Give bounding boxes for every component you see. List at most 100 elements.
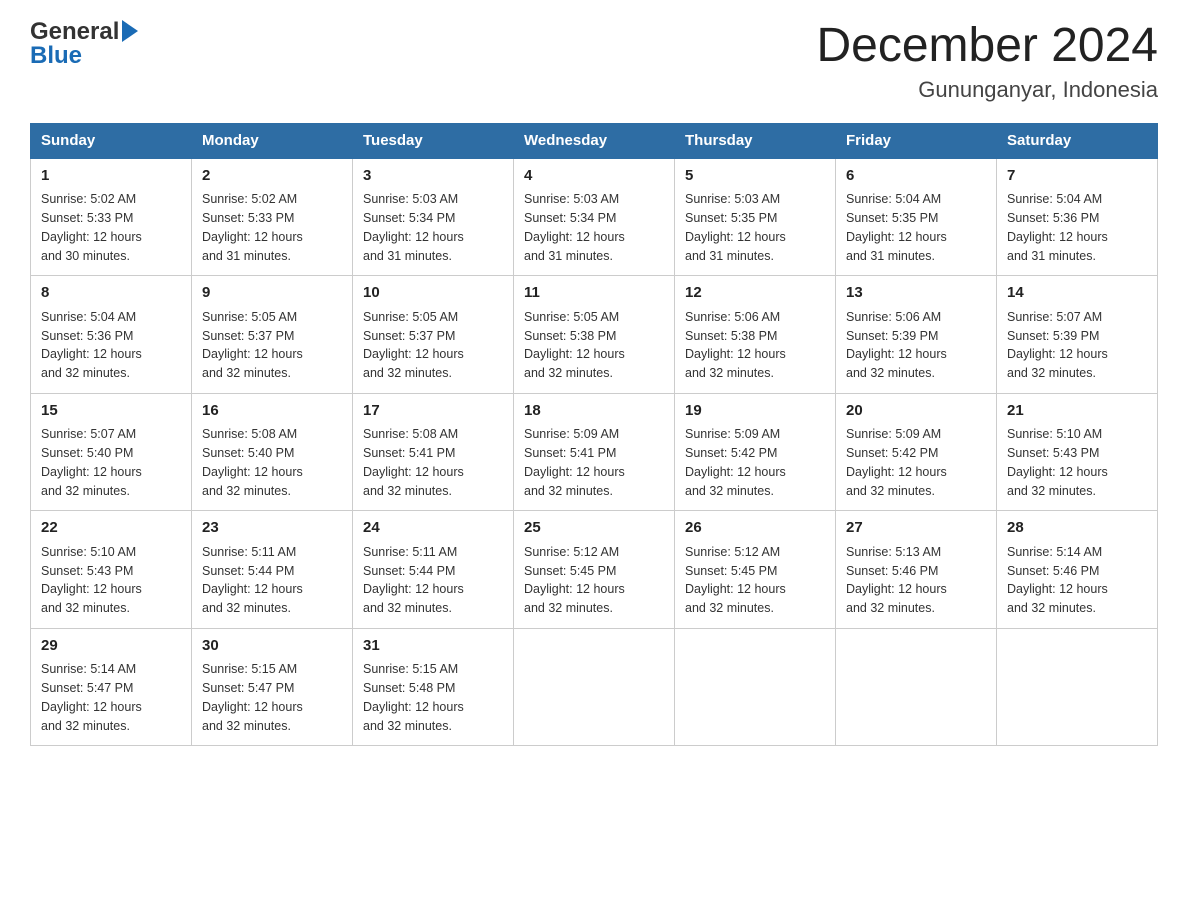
sunrise-label: Sunrise: 5:10 AM [41, 545, 136, 559]
day-number: 22 [41, 517, 181, 540]
calendar-cell: 4 Sunrise: 5:03 AM Sunset: 5:34 PM Dayli… [514, 158, 675, 276]
sunset-label: Sunset: 5:42 PM [685, 446, 777, 460]
calendar-cell: 18 Sunrise: 5:09 AM Sunset: 5:41 PM Dayl… [514, 393, 675, 511]
daylight-cont: and 32 minutes. [524, 484, 613, 498]
daylight-cont: and 32 minutes. [202, 719, 291, 733]
calendar-cell: 21 Sunrise: 5:10 AM Sunset: 5:43 PM Dayl… [997, 393, 1158, 511]
sunset-label: Sunset: 5:44 PM [363, 564, 455, 578]
header-cell-sunday: Sunday [31, 123, 192, 158]
day-number: 8 [41, 282, 181, 305]
sunset-label: Sunset: 5:41 PM [524, 446, 616, 460]
calendar-body: 1 Sunrise: 5:02 AM Sunset: 5:33 PM Dayli… [31, 158, 1158, 746]
sunset-label: Sunset: 5:35 PM [685, 211, 777, 225]
daylight-cont: and 32 minutes. [363, 484, 452, 498]
daylight-label: Daylight: 12 hours [846, 347, 947, 361]
calendar-cell: 15 Sunrise: 5:07 AM Sunset: 5:40 PM Dayl… [31, 393, 192, 511]
logo: General Blue [30, 20, 138, 68]
calendar-cell: 3 Sunrise: 5:03 AM Sunset: 5:34 PM Dayli… [353, 158, 514, 276]
sunset-label: Sunset: 5:38 PM [524, 329, 616, 343]
calendar-cell: 1 Sunrise: 5:02 AM Sunset: 5:33 PM Dayli… [31, 158, 192, 276]
sunrise-label: Sunrise: 5:04 AM [1007, 192, 1102, 206]
sunrise-label: Sunrise: 5:09 AM [685, 427, 780, 441]
logo-general-text: General [30, 20, 119, 44]
day-number: 12 [685, 282, 825, 305]
daylight-label: Daylight: 12 hours [1007, 582, 1108, 596]
day-number: 9 [202, 282, 342, 305]
sunset-label: Sunset: 5:36 PM [1007, 211, 1099, 225]
calendar-cell [675, 628, 836, 746]
day-number: 3 [363, 165, 503, 188]
sunset-label: Sunset: 5:43 PM [41, 564, 133, 578]
sunrise-label: Sunrise: 5:02 AM [202, 192, 297, 206]
logo-blue-text: Blue [30, 44, 82, 68]
location-subtitle: Gununganyar, Indonesia [816, 77, 1158, 103]
sunset-label: Sunset: 5:37 PM [202, 329, 294, 343]
calendar-cell: 30 Sunrise: 5:15 AM Sunset: 5:47 PM Dayl… [192, 628, 353, 746]
daylight-label: Daylight: 12 hours [41, 347, 142, 361]
daylight-label: Daylight: 12 hours [846, 582, 947, 596]
daylight-cont: and 31 minutes. [1007, 249, 1096, 263]
daylight-label: Daylight: 12 hours [524, 230, 625, 244]
sunrise-label: Sunrise: 5:12 AM [685, 545, 780, 559]
daylight-cont: and 32 minutes. [846, 601, 935, 615]
sunrise-label: Sunrise: 5:03 AM [685, 192, 780, 206]
sunset-label: Sunset: 5:41 PM [363, 446, 455, 460]
sunrise-label: Sunrise: 5:15 AM [363, 662, 458, 676]
calendar-table: SundayMondayTuesdayWednesdayThursdayFrid… [30, 123, 1158, 747]
calendar-cell: 17 Sunrise: 5:08 AM Sunset: 5:41 PM Dayl… [353, 393, 514, 511]
daylight-cont: and 32 minutes. [685, 484, 774, 498]
sunrise-label: Sunrise: 5:12 AM [524, 545, 619, 559]
sunrise-label: Sunrise: 5:11 AM [363, 545, 457, 559]
sunrise-label: Sunrise: 5:10 AM [1007, 427, 1102, 441]
calendar-cell: 31 Sunrise: 5:15 AM Sunset: 5:48 PM Dayl… [353, 628, 514, 746]
sunset-label: Sunset: 5:40 PM [202, 446, 294, 460]
daylight-cont: and 30 minutes. [41, 249, 130, 263]
sunrise-label: Sunrise: 5:08 AM [202, 427, 297, 441]
daylight-cont: and 32 minutes. [524, 366, 613, 380]
calendar-week-row: 1 Sunrise: 5:02 AM Sunset: 5:33 PM Dayli… [31, 158, 1158, 276]
header-cell-tuesday: Tuesday [353, 123, 514, 158]
daylight-label: Daylight: 12 hours [363, 582, 464, 596]
calendar-cell: 24 Sunrise: 5:11 AM Sunset: 5:44 PM Dayl… [353, 511, 514, 629]
daylight-label: Daylight: 12 hours [1007, 465, 1108, 479]
sunset-label: Sunset: 5:39 PM [846, 329, 938, 343]
sunrise-label: Sunrise: 5:14 AM [1007, 545, 1102, 559]
sunrise-label: Sunrise: 5:02 AM [41, 192, 136, 206]
calendar-cell: 26 Sunrise: 5:12 AM Sunset: 5:45 PM Dayl… [675, 511, 836, 629]
month-title: December 2024 [816, 20, 1158, 73]
daylight-cont: and 32 minutes. [1007, 484, 1096, 498]
calendar-cell: 2 Sunrise: 5:02 AM Sunset: 5:33 PM Dayli… [192, 158, 353, 276]
daylight-label: Daylight: 12 hours [524, 465, 625, 479]
sunrise-label: Sunrise: 5:11 AM [202, 545, 296, 559]
sunset-label: Sunset: 5:36 PM [41, 329, 133, 343]
header-cell-monday: Monday [192, 123, 353, 158]
calendar-cell: 19 Sunrise: 5:09 AM Sunset: 5:42 PM Dayl… [675, 393, 836, 511]
sunrise-label: Sunrise: 5:04 AM [41, 310, 136, 324]
sunset-label: Sunset: 5:46 PM [846, 564, 938, 578]
daylight-label: Daylight: 12 hours [41, 465, 142, 479]
daylight-label: Daylight: 12 hours [363, 465, 464, 479]
daylight-cont: and 32 minutes. [846, 366, 935, 380]
sunrise-label: Sunrise: 5:03 AM [524, 192, 619, 206]
daylight-label: Daylight: 12 hours [202, 230, 303, 244]
daylight-cont: and 32 minutes. [363, 719, 452, 733]
daylight-cont: and 32 minutes. [363, 366, 452, 380]
sunset-label: Sunset: 5:33 PM [202, 211, 294, 225]
sunset-label: Sunset: 5:47 PM [202, 681, 294, 695]
daylight-cont: and 32 minutes. [846, 484, 935, 498]
day-number: 20 [846, 400, 986, 423]
daylight-label: Daylight: 12 hours [363, 700, 464, 714]
header-cell-wednesday: Wednesday [514, 123, 675, 158]
sunset-label: Sunset: 5:35 PM [846, 211, 938, 225]
daylight-cont: and 31 minutes. [685, 249, 774, 263]
calendar-cell: 6 Sunrise: 5:04 AM Sunset: 5:35 PM Dayli… [836, 158, 997, 276]
calendar-week-row: 15 Sunrise: 5:07 AM Sunset: 5:40 PM Dayl… [31, 393, 1158, 511]
day-number: 13 [846, 282, 986, 305]
page-header: General Blue December 2024 Gununganyar, … [30, 20, 1158, 103]
sunrise-label: Sunrise: 5:07 AM [1007, 310, 1102, 324]
day-number: 14 [1007, 282, 1147, 305]
day-number: 18 [524, 400, 664, 423]
day-number: 24 [363, 517, 503, 540]
daylight-cont: and 31 minutes. [846, 249, 935, 263]
day-number: 6 [846, 165, 986, 188]
